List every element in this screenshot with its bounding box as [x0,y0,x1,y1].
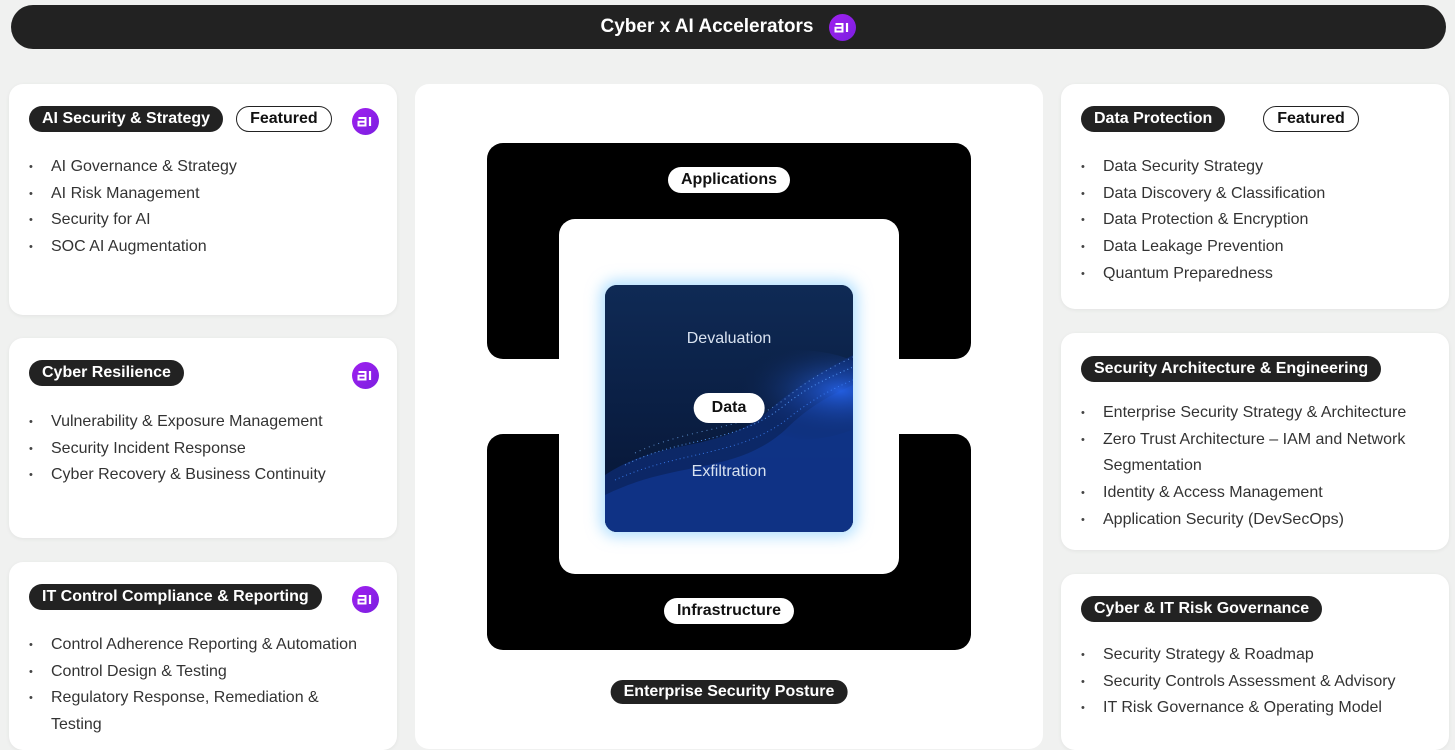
list-item: Security Strategy & Roadmap [1081,642,1419,669]
service-list: Security Strategy & Roadmap Security Con… [1081,642,1419,722]
list-item: Quantum Preparedness [1081,261,1419,288]
service-list: Data Security Strategy Data Discovery & … [1081,154,1419,288]
service-list: Control Adherence Reporting & Automation… [29,632,367,739]
service-list: Vulnerability & Exposure Management Secu… [29,409,367,489]
page-title: Cyber x AI Accelerators [600,16,814,37]
ai-logo-icon [352,108,379,135]
card-title: Data Protection [1081,106,1226,132]
list-item: SOC AI Augmentation [29,234,367,261]
card-cyber-it-risk-governance: Cyber & IT Risk Governance Security Stra… [1061,574,1449,750]
list-item: Security Incident Response [29,436,367,463]
list-item: Cyber Recovery & Business Continuity [29,462,367,489]
list-item: Enterprise Security Strategy & Architect… [1081,400,1421,427]
card-header: Data Protection Featured [1081,106,1359,132]
card-header: Cyber Resilience [29,360,184,386]
list-item: AI Risk Management [29,181,367,208]
featured-badge: Featured [1263,106,1359,132]
list-item: Data Security Strategy [1081,154,1419,181]
card-security-architecture: Security Architecture & Engineering Ente… [1061,333,1449,550]
list-item: Data Leakage Prevention [1081,234,1419,261]
list-item: Identity & Access Management [1081,480,1421,507]
list-item: Vulnerability & Exposure Management [29,409,367,436]
applications-label: Applications [667,167,791,193]
list-item: AI Governance & Strategy [29,154,367,181]
devaluation-text: Devaluation [686,330,772,347]
header-bar: Cyber x AI Accelerators [11,5,1446,49]
list-item: Control Adherence Reporting & Automation [29,632,367,659]
list-item: Data Discovery & Classification [1081,181,1419,208]
service-list: Enterprise Security Strategy & Architect… [1081,400,1421,534]
card-title: Cyber Resilience [29,360,184,386]
ai-logo-icon [352,586,379,613]
card-header: Security Architecture & Engineering [1081,356,1382,382]
card-header: AI Security & Strategy Featured [29,106,332,132]
exfiltration-text: Exfiltration [691,463,767,480]
list-item: Application Security (DevSecOps) [1081,507,1421,534]
data-core: Devaluation Data Exfiltration [605,285,853,532]
list-item: Security for AI [29,207,367,234]
card-header: IT Control Compliance & Reporting [29,584,322,610]
card-title: AI Security & Strategy [29,106,224,132]
card-data-protection: Data Protection Featured Data Security S… [1061,84,1449,309]
card-it-control-compliance: IT Control Compliance & Reporting Contro… [9,562,397,750]
featured-badge: Featured [236,106,332,132]
data-label: Data [693,393,765,423]
card-header: Cyber & IT Risk Governance [1081,596,1323,622]
ai-logo-icon [352,362,379,389]
ai-logo-icon [829,13,857,41]
service-list: AI Governance & Strategy AI Risk Managem… [29,154,367,261]
enterprise-security-posture-label: Enterprise Security Posture [610,680,848,704]
list-item: IT Risk Governance & Operating Model [1081,695,1419,722]
infrastructure-label: Infrastructure [663,598,795,624]
list-item: Zero Trust Architecture – IAM and Networ… [1081,427,1421,480]
card-title: Security Architecture & Engineering [1081,356,1382,382]
list-item: Data Protection & Encryption [1081,207,1419,234]
card-cyber-resilience: Cyber Resilience Vulnerability & Exposur… [9,338,397,538]
card-title: Cyber & IT Risk Governance [1081,596,1323,622]
card-title: IT Control Compliance & Reporting [29,584,322,610]
list-item: Control Design & Testing [29,659,367,686]
list-item: Regulatory Response, Remediation & Testi… [29,685,367,738]
card-ai-security-strategy: AI Security & Strategy Featured AI Gover… [9,84,397,315]
list-item: Security Controls Assessment & Advisory [1081,669,1419,696]
